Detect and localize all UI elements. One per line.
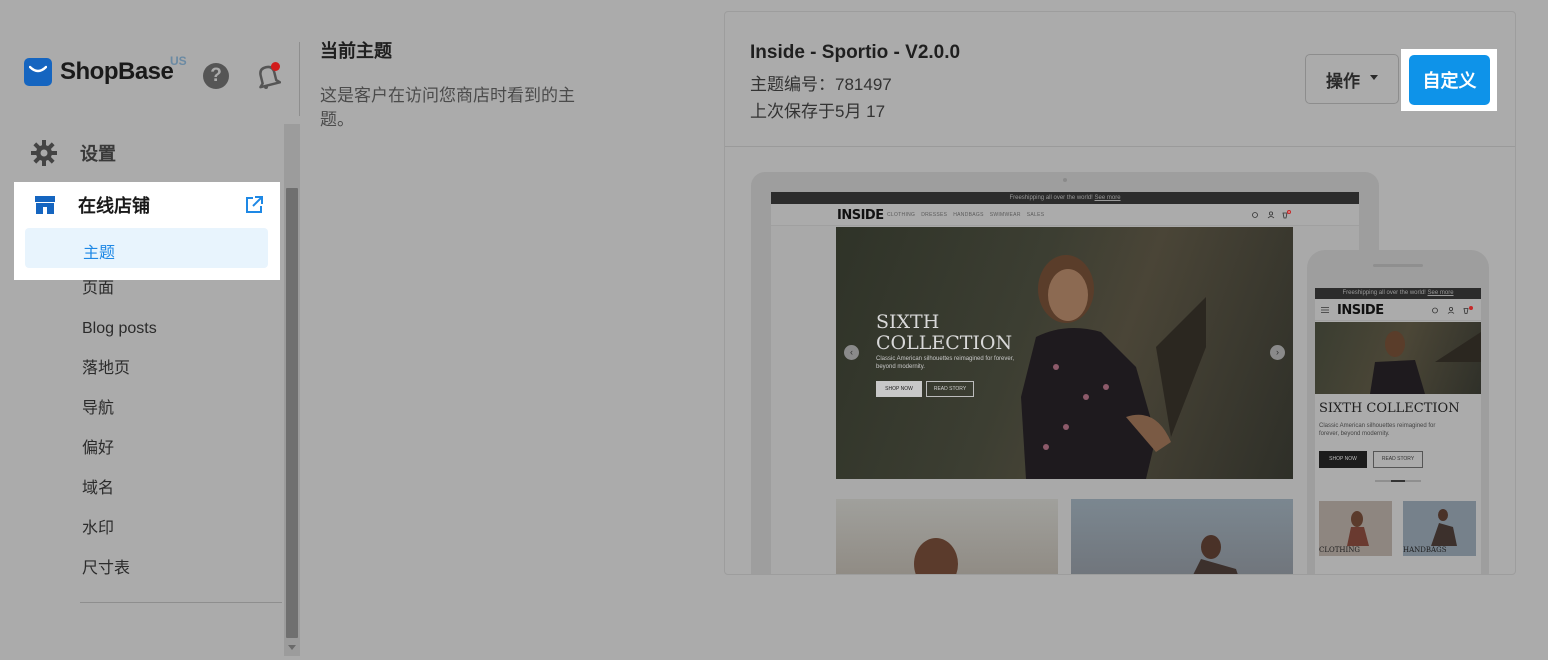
shop-bag-icon [24,58,52,86]
online-store-submenu: 页面 Blog posts 落地页 导航 偏好 域名 水印 尺寸表 [82,278,157,598]
theme-card-header: Inside - Sportio - V2.0.0 主题编号：781497 上次… [725,12,1515,147]
store-icon [35,196,55,214]
gear-icon [31,140,57,166]
header-divider [299,42,300,116]
chevron-right-icon: › [1270,345,1285,360]
brand-name: ShopBase [60,58,174,85]
desktop-preview: Freeshipping all over the world! See mor… [751,172,1379,574]
desktop-preview-screen: Freeshipping all over the world! See mor… [771,192,1359,574]
customize-highlight: 自定义 [1401,49,1497,111]
preview-hero-banner: SIXTH COLLECTION Classic American silhoue… [836,227,1293,479]
preview-shop-now-button: SHOP NOW [876,381,922,397]
shopbase-logo[interactable]: ShopBase US [24,54,187,86]
sidebar-item-domains[interactable]: 域名 [82,478,157,518]
theme-id: 主题编号：781497 [750,70,892,95]
sidebar-item-blog-posts[interactable]: Blog posts [82,318,157,358]
theme-name: Inside - Sportio - V2.0.0 [750,42,961,63]
preview-nav-bar: INSIDE CLOTHING DRESSES HANDBAGS SWIMWEAR SA… [771,204,1359,226]
preview-category-label: CLOTHING [1319,546,1360,554]
current-theme-card: Inside - Sportio - V2.0.0 主题编号：781497 上次… [724,11,1516,575]
sidebar-item-theme[interactable]: 主题 [25,228,268,268]
preview-mobile-title: SIXTH COLLECTION [1319,401,1460,416]
preview-product-tile [836,499,1058,574]
sidebar-item-size-chart[interactable]: 尺寸表 [82,558,157,598]
preview-menu: CLOTHING DRESSES HANDBAGS SWIMWEAR SALES [887,212,1045,218]
sidebar-item-label: 在线店铺 [78,196,150,216]
preview-shop-now-button: SHOP NOW [1319,451,1367,468]
sidebar-item-label: 主题 [83,245,116,262]
mobile-preview: Freeshipping all over the world! See mor… [1307,250,1489,574]
sidebar-item-settings[interactable]: 设置 [30,138,116,168]
notification-dot [271,62,280,71]
sidebar-item-watermark[interactable]: 水印 [82,518,157,558]
theme-last-saved: 上次保存于5月 17 [750,102,886,121]
external-link-icon[interactable] [244,195,264,215]
sidebar-item-label: 设置 [80,144,116,164]
sidebar-item-preferences[interactable]: 偏好 [82,438,157,478]
preview-nav-icons [1432,306,1473,314]
chevron-left-icon: ‹ [844,345,859,360]
caret-down-icon [1370,74,1378,80]
sidebar-item-landing-pages[interactable]: 落地页 [82,358,157,398]
online-store-menu: 在线店铺 主题 [14,182,280,280]
preview-mobile-subtitle: Classic American silhouettes reimagined … [1319,423,1436,437]
hero-model-image [1021,255,1206,479]
hamburger-icon [1321,307,1329,313]
preview-nav-icons: 0 [1252,210,1291,219]
region-badge: US [170,54,187,68]
preview-read-story-button: READ STORY [926,381,974,397]
help-icon[interactable]: ? [203,63,229,89]
sidebar-item-navigation[interactable]: 导航 [82,398,157,438]
actions-dropdown-button[interactable]: 操作 [1305,54,1399,104]
sidebar-scrollbar[interactable] [284,124,300,656]
section-description: 这是客户在访问您商店时看到的主题。 [320,86,575,128]
phone-speaker [1373,264,1423,267]
preview-product-tile [1071,499,1293,574]
preview-hero-subtitle: Classic American silhouettes reimagined … [876,356,1015,370]
preview-promo-bar: Freeshipping all over the world! See mor… [1315,288,1481,299]
laptop-camera [1063,178,1067,182]
sidebar-divider [80,602,282,603]
customize-button[interactable]: 自定义 [1409,55,1490,105]
preview-hero-title: SIXTH COLLECTION [876,311,1013,354]
preview-store-brand: INSIDE [1337,303,1384,318]
theme-id-value: 781497 [835,75,892,94]
theme-id-label: 主题编号： [750,75,835,94]
preview-store-brand: INSIDE [837,208,884,223]
preview-category-label: HANDBAGS [1403,546,1447,554]
actions-label: 操作 [1326,71,1360,91]
section-title: 当前主题 [320,41,392,61]
preview-mobile-hero [1315,322,1481,394]
preview-promo-bar: Freeshipping all over the world! See mor… [771,192,1359,204]
preview-read-story-button: READ STORY [1373,451,1423,468]
sidebar-item-pages[interactable]: 页面 [82,278,157,318]
preview-mobile-nav: INSIDE [1315,299,1481,321]
sidebar-item-online-store[interactable]: 在线店铺 [34,192,264,218]
scrollbar-thumb[interactable] [286,188,298,638]
carousel-indicator [1375,480,1421,482]
scroll-down-arrow-icon[interactable] [288,645,296,650]
mobile-preview-screen: Freeshipping all over the world! See mor… [1315,288,1481,574]
